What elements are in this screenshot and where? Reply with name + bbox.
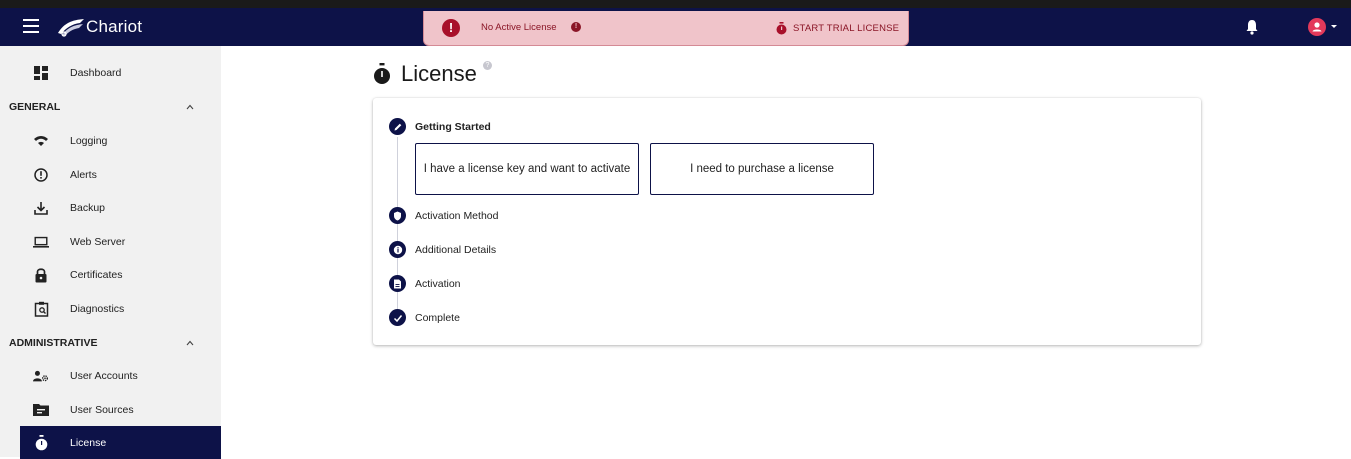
person-icon [1312, 22, 1322, 32]
sidebar-item-user-sources[interactable]: User Sources [0, 393, 221, 426]
chevron-up-icon [186, 340, 194, 346]
wifi-icon [33, 133, 49, 149]
laptop-icon [33, 234, 49, 250]
sidebar-item-logging[interactable]: Logging [0, 124, 221, 157]
section-general[interactable]: GENERAL [0, 90, 221, 123]
section-label: GENERAL [9, 101, 61, 113]
stopwatch-icon [33, 435, 49, 451]
stopwatch-icon [776, 21, 787, 34]
info-icon [389, 241, 406, 258]
step-label: Getting Started [415, 121, 491, 133]
document-icon [389, 275, 406, 292]
info-icon[interactable]: ! [571, 22, 581, 32]
chevron-down-icon[interactable] [1331, 25, 1337, 28]
sidebar-item-license[interactable]: License [20, 426, 221, 459]
sidebar-item-label: Certificates [70, 269, 123, 281]
sidebar-item-label: Backup [70, 202, 106, 214]
sidebar-item-certificates[interactable]: Certificates [0, 258, 221, 291]
sidebar-item-label: Diagnostics [70, 303, 125, 315]
clipboard-search-icon [33, 301, 49, 317]
alert-circle-icon [33, 167, 49, 183]
start-trial-label: START TRIAL LICENSE [793, 22, 900, 34]
sidebar-item-backup[interactable]: Backup [0, 191, 221, 224]
sidebar-item-label: Web Server [70, 236, 126, 248]
sidebar: Dashboard GENERAL Logging Alerts Backup … [0, 46, 221, 459]
lock-icon [33, 267, 49, 283]
step-label: Activation Method [415, 210, 499, 222]
sidebar-item-label: User Sources [70, 404, 134, 416]
check-icon [389, 309, 406, 326]
window-frame [0, 0, 1351, 8]
start-trial-button[interactable]: START TRIAL LICENSE [774, 17, 901, 39]
section-administrative[interactable]: ADMINISTRATIVE [0, 326, 221, 359]
section-label: ADMINISTRATIVE [9, 337, 98, 349]
sidebar-item-diagnostics[interactable]: Diagnostics [0, 292, 221, 325]
stepper-connector [397, 137, 398, 323]
step-label: Complete [415, 312, 460, 324]
stopwatch-icon [374, 63, 390, 84]
purchase-license-button[interactable]: I need to purchase a license [650, 143, 874, 195]
sidebar-item-label: Dashboard [70, 67, 122, 79]
user-gear-icon [33, 368, 49, 384]
sidebar-item-label: Logging [70, 135, 108, 147]
bell-icon[interactable] [1245, 19, 1259, 35]
chariot-logo [58, 19, 84, 37]
sidebar-item-alerts[interactable]: Alerts [0, 158, 221, 191]
license-status-text: No Active License [481, 22, 557, 33]
chevron-up-icon [186, 104, 194, 110]
app-name: Chariot [86, 17, 143, 36]
folder-icon [33, 402, 49, 418]
sidebar-item-label: Alerts [70, 169, 97, 181]
help-icon[interactable]: ? [483, 61, 492, 70]
sidebar-item-user-accounts[interactable]: User Accounts [0, 359, 221, 392]
pencil-icon [389, 118, 406, 135]
sidebar-item-dashboard[interactable]: Dashboard [0, 56, 221, 89]
sidebar-item-label: License [70, 437, 107, 449]
shield-icon [389, 207, 406, 224]
menu-icon[interactable] [23, 19, 39, 33]
alert-icon: ! [442, 19, 460, 37]
download-icon [33, 200, 49, 216]
page-title: License [401, 61, 477, 86]
have-license-key-button[interactable]: I have a license key and want to activat… [415, 143, 639, 195]
license-warning-banner: ! No Active License ! START TRIAL LICENS… [423, 11, 909, 46]
sidebar-item-web-server[interactable]: Web Server [0, 225, 221, 258]
step-label: Activation [415, 278, 461, 290]
sidebar-item-label: User Accounts [70, 370, 138, 382]
dashboard-icon [33, 65, 49, 81]
account-icon[interactable] [1308, 18, 1326, 36]
app-bar: Chariot ! No Active License ! START TRIA… [0, 8, 1351, 46]
step-label: Additional Details [415, 244, 497, 256]
